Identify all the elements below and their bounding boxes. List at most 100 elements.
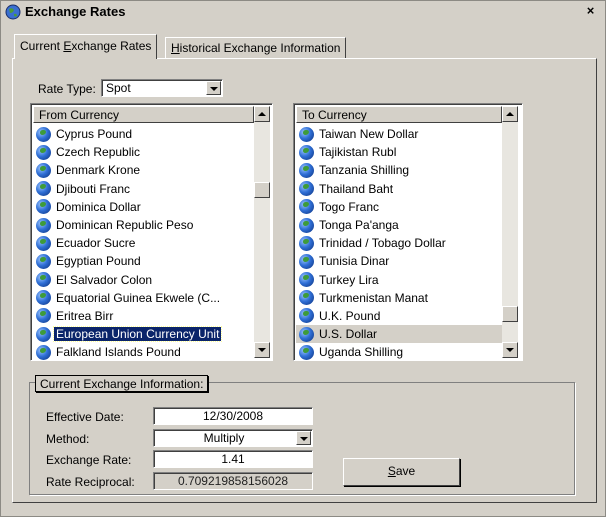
rate-reciprocal-label: Rate Reciprocal:: [46, 475, 135, 489]
list-item[interactable]: Tonga Pa'anga: [296, 216, 502, 234]
close-icon[interactable]: ×: [582, 4, 599, 19]
globe-icon: [36, 217, 51, 233]
list-item[interactable]: Eritrea Birr: [33, 307, 254, 325]
list-item[interactable]: Dominica Dollar: [33, 198, 254, 216]
globe-icon: [36, 272, 51, 288]
scroll-down-button[interactable]: [502, 342, 518, 358]
list-item-label: Djibouti Franc: [56, 181, 131, 196]
list-item-label: Trinidad / Tobago Dollar: [319, 236, 446, 251]
globe-icon: [299, 181, 314, 197]
scroll-thumb[interactable]: [502, 306, 518, 322]
window-title: Exchange Rates: [25, 4, 126, 19]
globe-icon: [36, 126, 51, 142]
list-item[interactable]: Trinidad / Tobago Dollar: [296, 234, 502, 252]
tab-label: Current: [20, 39, 64, 53]
list-item-label: Tajikistan Rubl: [319, 145, 397, 160]
rate-reciprocal-field: 0.709219858156028: [153, 472, 313, 490]
to-scrollbar[interactable]: [502, 106, 518, 358]
list-item[interactable]: European Union Currency Unit: [33, 325, 254, 343]
list-item[interactable]: Falkland Islands Pound: [33, 343, 254, 360]
list-item[interactable]: U.K. Pound: [296, 307, 502, 325]
list-item-label: Tanzania Shilling: [319, 163, 410, 178]
list-item[interactable]: Dominican Republic Peso: [33, 216, 254, 234]
globe-icon: [299, 162, 314, 178]
globe-icon: [299, 344, 314, 360]
globe-icon: [299, 199, 314, 215]
from-currency-header[interactable]: From Currency: [33, 106, 254, 123]
list-item-label: Dominica Dollar: [56, 199, 141, 214]
list-item[interactable]: Cyprus Pound: [33, 125, 254, 143]
effective-date-field[interactable]: 12/30/2008: [153, 407, 313, 425]
effective-date-label: Effective Date:: [46, 410, 124, 424]
list-item[interactable]: Djibouti Franc: [33, 180, 254, 198]
list-item[interactable]: Egyptian Pound: [33, 252, 254, 270]
list-item-label: Equatorial Guinea Ekwele (C...: [56, 290, 221, 305]
method-select[interactable]: Multiply: [153, 429, 313, 447]
list-item[interactable]: Ecuador Sucre: [33, 234, 254, 252]
rate-type-select[interactable]: Spot: [101, 79, 223, 97]
globe-icon: [299, 308, 314, 324]
rate-type-label: Rate Type:: [38, 82, 96, 96]
list-item[interactable]: Turkey Lira: [296, 271, 502, 289]
tab-historical-exchange-information[interactable]: Historical Exchange Information: [165, 37, 347, 58]
globe-icon: [299, 144, 314, 160]
to-currency-header[interactable]: To Currency: [296, 106, 502, 123]
globe-icon: [36, 181, 51, 197]
exchange-rates-window: Exchange Rates × Current Exchange Rates …: [0, 0, 606, 517]
globe-icon: [299, 235, 314, 251]
list-item[interactable]: Equatorial Guinea Ekwele (C...: [33, 289, 254, 307]
list-item-label: El Salvador Colon: [56, 272, 153, 287]
globe-icon: [36, 144, 51, 160]
scroll-thumb[interactable]: [254, 182, 270, 198]
list-item-label: Ecuador Sucre: [56, 236, 136, 251]
chevron-down-icon[interactable]: [206, 81, 221, 95]
to-currency-list[interactable]: To Currency Taiwan New Dollar Tajikistan …: [293, 103, 523, 361]
list-item[interactable]: Denmark Krone: [33, 161, 254, 179]
list-item[interactable]: Turkmenistan Manat: [296, 289, 502, 307]
rate-type-value: Spot: [106, 81, 131, 95]
globe-icon: [36, 290, 51, 306]
list-item[interactable]: Taiwan New Dollar: [296, 125, 502, 143]
list-item[interactable]: U.S. Dollar: [296, 325, 502, 344]
globe-icon: [299, 253, 314, 269]
list-item-label: Turkey Lira: [319, 272, 379, 287]
list-item-label: U.S. Dollar: [319, 327, 378, 342]
list-item[interactable]: Tanzania Shilling: [296, 161, 502, 179]
from-currency-rows: Cyprus Pound Czech Republic Denmark Krone D…: [33, 125, 254, 360]
list-item-label: Falkland Islands Pound: [56, 345, 181, 360]
globe-icon: [299, 126, 314, 142]
list-item[interactable]: Thailand Baht: [296, 180, 502, 198]
list-item[interactable]: El Salvador Colon: [33, 271, 254, 289]
chevron-down-icon[interactable]: [296, 431, 311, 445]
list-item[interactable]: Tajikistan Rubl: [296, 143, 502, 161]
list-item-label: Turkmenistan Manat: [319, 290, 428, 305]
list-item-label: Eritrea Birr: [56, 308, 114, 323]
list-item[interactable]: Uganda Shilling: [296, 343, 502, 360]
to-currency-rows: Taiwan New Dollar Tajikistan Rubl Tanzania…: [296, 125, 502, 360]
globe-icon: [299, 217, 314, 233]
title-bar: Exchange Rates ×: [1, 1, 605, 23]
from-scrollbar[interactable]: [254, 106, 270, 358]
method-value: Multiply: [203, 431, 245, 445]
list-item-label: Thailand Baht: [319, 181, 394, 196]
method-label: Method:: [46, 432, 90, 446]
list-item-label: Uganda Shilling: [319, 345, 404, 360]
list-item[interactable]: Tunisia Dinar: [296, 252, 502, 270]
list-item[interactable]: Togo Franc: [296, 198, 502, 216]
exchange-rate-field[interactable]: 1.41: [153, 450, 313, 468]
scroll-down-button[interactable]: [254, 342, 270, 358]
globe-icon: [36, 344, 51, 360]
scroll-up-button[interactable]: [502, 106, 518, 122]
tab-current-exchange-rates[interactable]: Current Exchange Rates: [14, 34, 158, 59]
globe-icon: [299, 326, 314, 342]
scroll-up-button[interactable]: [254, 106, 270, 122]
list-item-label: Dominican Republic Peso: [56, 218, 194, 233]
globe-icon: [36, 199, 51, 215]
globe-icon: [299, 290, 314, 306]
save-button[interactable]: Save: [343, 458, 460, 486]
list-item[interactable]: Czech Republic: [33, 143, 254, 161]
tab-label: istorical Exchange Information: [179, 41, 341, 55]
from-currency-list[interactable]: From Currency Cyprus Pound Czech Republic…: [30, 103, 273, 361]
currency-globe-icon: [5, 4, 21, 20]
globe-icon: [36, 253, 51, 269]
